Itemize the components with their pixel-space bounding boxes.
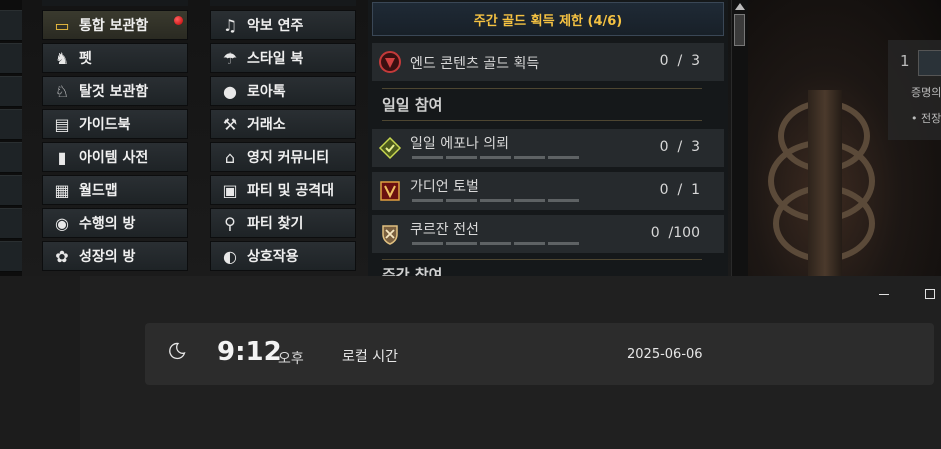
menu-item-label: 탈것 보관함 [79, 84, 149, 100]
progress-pips [412, 156, 579, 159]
panel-scrollbar[interactable] [731, 0, 748, 276]
progress-pips [412, 199, 579, 202]
menu-item-person[interactable]: ◉ 수행의 방 [42, 208, 188, 238]
maximize-icon [925, 289, 935, 299]
menu-item-label: 파티 찾기 [247, 216, 304, 232]
menu-item-label: 악보 연주 [247, 18, 304, 34]
menu-item-chest[interactable]: ▭ 통합 보관함 [42, 10, 188, 40]
menu-item-label: 월드맵 [79, 183, 118, 199]
daily-row-guardian[interactable]: 가디언 토벌 0 / 1 [372, 172, 724, 210]
clock-window: 9:12 오후 로컬 시간 2025-06-06 [0, 276, 941, 449]
clock-timezone-label: 로컬 시간 [342, 349, 398, 365]
menu-item-growth[interactable]: ✿ 성장의 방 [42, 241, 188, 271]
menu-item-label: 가이드북 [79, 117, 131, 133]
daily-header: 일일 참여 [382, 96, 443, 114]
window-sidebar [0, 276, 80, 449]
gavel-icon: ⚒ [222, 114, 238, 134]
guardian-icon [378, 178, 402, 204]
menu-item-interaction[interactable]: ◐ 상호작용 [210, 241, 356, 271]
menu-item-label: 수행의 방 [79, 216, 136, 232]
menu-item-label: 거래소 [247, 117, 286, 133]
menu-item-house[interactable]: ⌂ 영지 커뮤니티 [210, 142, 356, 172]
moon-icon [169, 342, 186, 360]
daily-row-epona[interactable]: 일일 에포나 의뢰 0 / 3 [372, 129, 724, 167]
menu-item-pet[interactable]: ♞ 펫 [42, 43, 188, 73]
menu-item-label: 성장의 방 [79, 249, 136, 265]
background-art: 1 증명의 • 전장 [748, 0, 941, 276]
divider [382, 88, 702, 89]
overlay-text: • 전장 [911, 112, 941, 125]
guidebook-icon: ▤ [54, 114, 70, 134]
column-header-strip [42, 0, 188, 6]
daily-name: 일일 에포나 의뢰 [410, 136, 510, 152]
scroll-up-arrow-icon[interactable] [735, 3, 745, 10]
daily-count: 0 / 1 [659, 182, 700, 198]
gold-limit-panel: 주간 골드 획득 제한 (4/6) 엔드 콘텐츠 골드 획득 0 / 3 일일 … [368, 0, 728, 276]
column-header-strip [210, 0, 356, 6]
chat-icon: ● [223, 81, 237, 101]
scroll-thumb[interactable] [734, 14, 745, 46]
overlay-text: 증명의 [911, 86, 941, 99]
epona-icon [378, 135, 402, 161]
divider [382, 259, 702, 260]
party-search-icon: ⚲ [224, 213, 236, 233]
left-edge-strip [0, 0, 22, 276]
party-icon: ▣ [222, 180, 238, 200]
clock-date: 2025-06-06 [627, 347, 703, 362]
menu-item-hat[interactable]: ☂ 스타일 북 [210, 43, 356, 73]
growth-icon: ✿ [55, 246, 69, 266]
hat-icon: ☂ [222, 48, 238, 68]
daily-count: 0 /100 [650, 225, 700, 241]
menu-item-gavel[interactable]: ⚒ 거래소 [210, 109, 356, 139]
menu-item-label: 통합 보관함 [79, 18, 149, 34]
weekly-gold-limit-title: 주간 골드 획득 제한 (4/6) [372, 2, 724, 36]
kurzan-icon [378, 221, 402, 247]
book-icon: ▮ [57, 147, 67, 167]
menu-item-map[interactable]: ▦ 월드맵 [42, 175, 188, 205]
progress-pips [412, 242, 579, 245]
daily-name: 가디언 토벌 [410, 179, 479, 195]
clock-card[interactable]: 9:12 오후 로컬 시간 2025-06-06 [145, 323, 934, 385]
menu-item-label: 영지 커뮤니티 [247, 150, 330, 166]
menu-item-label: 스타일 북 [247, 51, 304, 67]
menu-item-label: 로아톡 [247, 84, 286, 100]
daily-name: 쿠르잔 전선 [410, 222, 479, 238]
menu-item-chat[interactable]: ● 로아톡 [210, 76, 356, 106]
menu-item-label: 펫 [79, 51, 92, 67]
person-icon: ◉ [55, 213, 69, 233]
menu-item-party-search[interactable]: ⚲ 파티 찾기 [210, 208, 356, 238]
menu-item-lute[interactable]: ♫ 악보 연주 [210, 10, 356, 40]
daily-row-kurzan[interactable]: 쿠르잔 전선 0 /100 [372, 215, 724, 253]
menu-item-horse[interactable]: ♘ 탈것 보관함 [42, 76, 188, 106]
menu-item-label: 상호작용 [247, 249, 299, 265]
menu-item-guidebook[interactable]: ▤ 가이드북 [42, 109, 188, 139]
map-icon: ▦ [54, 180, 70, 200]
menu-item-party[interactable]: ▣ 파티 및 공격대 [210, 175, 356, 205]
house-icon: ⌂ [224, 147, 236, 167]
pet-icon: ♞ [54, 48, 70, 68]
end-content-icon [378, 49, 402, 75]
clock-time: 9:12 [217, 337, 282, 367]
horse-icon: ♘ [54, 81, 70, 101]
minimize-icon [879, 293, 889, 295]
overlay-number: 1 [900, 52, 910, 70]
menu-item-label: 아이템 사전 [79, 150, 149, 166]
notification-dot [174, 16, 183, 25]
daily-count: 0 / 3 [659, 139, 700, 155]
chest-icon: ▭ [54, 15, 70, 35]
interaction-icon: ◐ [223, 246, 237, 266]
maximize-button[interactable] [920, 284, 940, 304]
game-window: ▭ 통합 보관함 ♞ 펫 ♘ 탈것 보관함 ▤ 가이드북 ▮ 아이템 사전 ▦ 월드맵 ◉ 수행의 방 ✿ 성… [0, 0, 941, 276]
end-content-name: 엔드 콘텐츠 골드 획득 [410, 56, 540, 72]
overlay-slot [918, 50, 941, 76]
end-content-count: 0 / 3 [659, 53, 700, 69]
end-content-row[interactable]: 엔드 콘텐츠 골드 획득 0 / 3 [372, 43, 724, 81]
clock-ampm: 오후 [278, 351, 304, 367]
divider [382, 120, 702, 121]
menu-item-label: 파티 및 공격대 [247, 183, 335, 199]
lute-icon: ♫ [222, 15, 238, 35]
minimize-button[interactable] [874, 284, 894, 304]
weekly-header: 주간 참여 [382, 266, 443, 276]
menu-item-book[interactable]: ▮ 아이템 사전 [42, 142, 188, 172]
